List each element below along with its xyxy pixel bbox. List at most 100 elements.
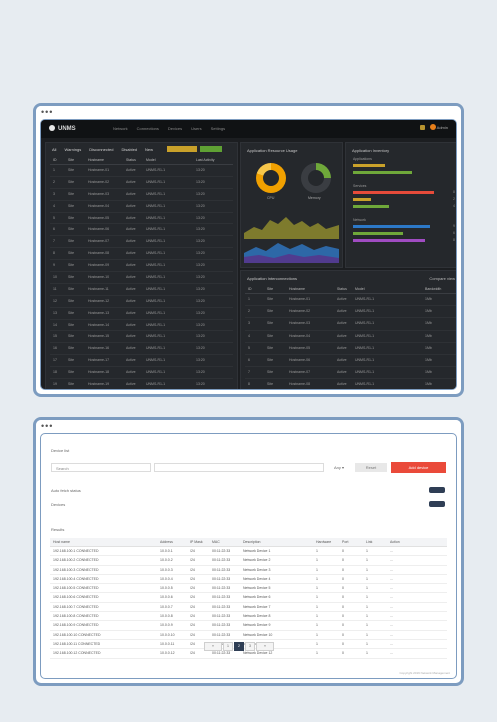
add-button[interactable] <box>200 146 222 152</box>
table-row[interactable]: 11 Site Hostname-11 Active UNMS-R1-1 13:20 <box>50 284 233 296</box>
notification-icon[interactable] <box>419 125 425 130</box>
page-button[interactable]: « <box>204 642 222 651</box>
table-cell: Active <box>126 239 136 244</box>
column-header[interactable]: ID <box>248 287 252 291</box>
table-row[interactable]: 10 Site Hostname-10 Active UNMS-R1-1 13:20 <box>50 272 233 284</box>
table-cell: Hostname-03 <box>289 321 311 326</box>
table-cell: UNMS-R1-1 <box>146 251 166 256</box>
nav-item[interactable]: Network <box>113 126 128 131</box>
table-row[interactable]: 5 Site Hostname-05 Active UNMS-R1-1 1Mb <box>245 343 456 355</box>
table-row[interactable]: 192.168.100.6 CONNECTED 10.0.0.6/24 00:11:… <box>50 593 447 603</box>
column-header[interactable]: Hostname <box>289 287 305 291</box>
table-cell: 10.0.0.7 <box>160 604 173 609</box>
table-row[interactable]: 2 Site Hostname-02 Active UNMS-R1-1 13:20 <box>50 177 233 189</box>
table-row[interactable]: 19 Site Hostname-19 Active UNMS-R1-1 13:20 <box>50 379 233 389</box>
list-window: ••• Device list Search Any ▾ Reset Add d… <box>33 417 464 686</box>
table-cell: Site <box>267 345 274 350</box>
column-header[interactable]: ID <box>53 158 57 162</box>
table-row[interactable]: 192.168.100.2 CONNECTED 10.0.0.2/24 00:11:… <box>50 556 447 566</box>
table-row[interactable]: 2 Site Hostname-02 Active UNMS-R1-1 1Mb <box>245 306 456 319</box>
table-row[interactable]: 1 Site Hostname-01 Active UNMS-R1-1 13:20 <box>50 165 233 177</box>
column-header[interactable]: Status <box>126 158 136 162</box>
column-header[interactable]: Site <box>68 158 74 162</box>
table-row[interactable]: 192.168.100.10 CONNECTED 10.0.0.10/24 00:1… <box>50 631 447 640</box>
table-row[interactable]: 12 Site Hostname-12 Active UNMS-R1-1 13:20 <box>50 296 233 308</box>
column-header[interactable]: Port <box>342 540 348 544</box>
table-row[interactable]: 3 Site Hostname-03 Active UNMS-R1-1 13:20 <box>50 189 233 201</box>
table-row[interactable]: 5 Site Hostname-05 Active UNMS-R1-1 13:20 <box>50 213 233 225</box>
column-header[interactable]: Bandwidth <box>425 287 441 291</box>
compare-view-button[interactable]: Compare view <box>429 276 455 281</box>
column-header[interactable]: Hostname <box>88 158 104 162</box>
table-cell: /24 <box>190 614 195 619</box>
table-row[interactable]: 8 Site Hostname-08 Active UNMS-R1-1 1Mb <box>245 379 456 389</box>
tab[interactable]: Disabled <box>121 147 137 152</box>
reset-button[interactable]: Reset <box>355 463 387 472</box>
column-header[interactable]: Action <box>390 540 400 544</box>
column-header[interactable]: Status <box>337 287 347 291</box>
page-button[interactable]: 1 <box>223 642 233 651</box>
nav-item[interactable]: Users <box>191 126 201 131</box>
column-header[interactable]: Host name <box>53 540 70 544</box>
column-header[interactable]: Hardware <box>316 540 331 544</box>
app-logo[interactable]: UNMS <box>49 125 76 132</box>
table-row[interactable]: 6 Site Hostname-06 Active UNMS-R1-1 13:20 <box>50 224 233 237</box>
table-row[interactable]: 192.168.100.1 CONNECTED 10.0.0.1/24 00:11:… <box>50 547 447 557</box>
user-name[interactable]: Admin <box>437 125 448 130</box>
page-button[interactable]: 2 <box>234 642 244 651</box>
column-header[interactable]: Address <box>160 540 173 544</box>
table-row[interactable]: 192.168.100.9 CONNECTED 10.0.0.9/24 00:11:… <box>50 621 447 631</box>
auto-fetch-toggle[interactable] <box>429 487 445 493</box>
column-header[interactable]: Site <box>267 287 273 291</box>
column-header[interactable]: IP Mask <box>190 540 203 544</box>
column-header[interactable]: MAC <box>212 540 220 544</box>
tab[interactable]: All <box>52 147 56 152</box>
table-row[interactable]: 14 Site Hostname-14 Active UNMS-R1-1 13:20 <box>50 320 233 332</box>
table-row[interactable]: 4 Site Hostname-04 Active UNMS-R1-1 1Mb <box>245 331 456 343</box>
tab[interactable]: Warnings <box>64 147 81 152</box>
table-row[interactable]: 6 Site Hostname-06 Active UNMS-R1-1 1Mb <box>245 355 456 368</box>
table-row[interactable]: 9 Site Hostname-09 Active UNMS-R1-1 13:20 <box>50 260 233 273</box>
page-button[interactable]: 3 <box>245 642 255 651</box>
table-row[interactable]: 13 Site Hostname-13 Active UNMS-R1-1 13:20 <box>50 308 233 320</box>
table-row[interactable]: 16 Site Hostname-16 Active UNMS-R1-1 13:20 <box>50 343 233 356</box>
table-row[interactable]: 192.168.100.5 CONNECTED 10.0.0.5/24 00:11:… <box>50 584 447 594</box>
tab[interactable]: New <box>145 147 153 152</box>
column-header[interactable]: Link <box>366 540 372 544</box>
avatar[interactable] <box>429 124 436 130</box>
table-row[interactable]: 1 Site Hostname-01 Active UNMS-R1-1 1Mb <box>245 294 456 307</box>
table-row[interactable]: 7 Site Hostname-07 Active UNMS-R1-1 1Mb <box>245 367 456 380</box>
search-input[interactable]: Search <box>51 463 151 472</box>
table-cell: 00:11:22:33 <box>212 632 231 637</box>
table-row[interactable]: 18 Site Hostname-18 Active UNMS-R1-1 13:20 <box>50 367 233 380</box>
filter-input[interactable] <box>154 463 324 472</box>
table-row[interactable]: 8 Site Hostname-08 Active UNMS-R1-1 13:20 <box>50 248 233 261</box>
table-row[interactable]: 192.168.100.7 CONNECTED 10.0.0.7/24 00:11:… <box>50 603 447 613</box>
table-row[interactable]: 4 Site Hostname-04 Active UNMS-R1-1 13:20 <box>50 201 233 213</box>
table-cell: ... <box>390 595 393 600</box>
table-row[interactable]: 192.168.100.4 CONNECTED 10.0.0.4/24 00:11:… <box>50 575 447 585</box>
warning-action-button[interactable] <box>167 146 197 152</box>
nav-item[interactable]: Devices <box>168 126 182 131</box>
nav-item[interactable]: Settings <box>211 126 225 131</box>
window-menu-dots-icon[interactable]: ••• <box>41 422 53 431</box>
tab[interactable]: Disconnected <box>89 147 113 152</box>
table-row[interactable]: 17 Site Hostname-17 Active UNMS-R1-1 13:20 <box>50 355 233 368</box>
column-header[interactable]: Last Activity <box>196 158 214 162</box>
table-cell: 13:20 <box>196 322 205 327</box>
column-header[interactable]: Description <box>243 540 261 544</box>
table-row[interactable]: 15 Site Hostname-15 Active UNMS-R1-1 13:20 <box>50 331 233 344</box>
window-menu-dots-icon[interactable]: ••• <box>41 108 53 117</box>
column-header[interactable]: Model <box>146 158 156 162</box>
table-row[interactable]: 3 Site Hostname-03 Active UNMS-R1-1 1Mb <box>245 318 456 331</box>
table-cell: 1 <box>316 586 318 591</box>
filter-select[interactable]: Any ▾ <box>334 465 344 470</box>
column-header[interactable]: Model <box>355 287 365 291</box>
devices-toggle[interactable] <box>429 501 445 507</box>
table-row[interactable]: 192.168.100.3 CONNECTED 10.0.0.3/24 00:11:… <box>50 566 447 575</box>
table-row[interactable]: 7 Site Hostname-07 Active UNMS-R1-1 13:20 <box>50 236 233 249</box>
add-device-button[interactable]: Add device <box>391 462 446 473</box>
table-row[interactable]: 192.168.100.8 CONNECTED 10.0.0.8/24 00:11:… <box>50 612 447 622</box>
page-button[interactable]: » <box>256 642 274 651</box>
nav-item[interactable]: Connections <box>137 126 159 131</box>
